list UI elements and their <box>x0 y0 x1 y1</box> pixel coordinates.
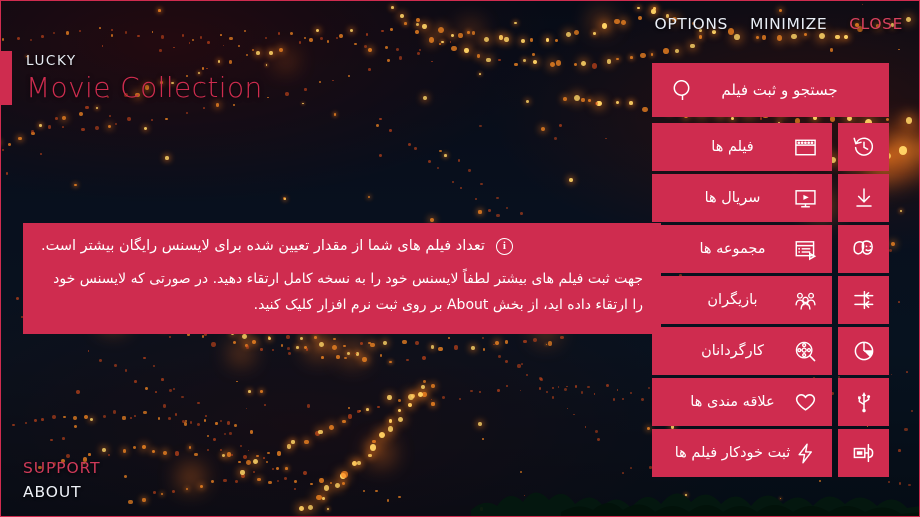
people-group-icon <box>793 288 818 313</box>
download-icon <box>851 185 877 211</box>
nav-close[interactable]: CLOSE <box>849 15 903 33</box>
menu-row-auto-register: ثبت خودکار فیلم ها <box>652 429 889 477</box>
sidebar-item-download[interactable] <box>838 174 889 222</box>
sidebar-item-statistics[interactable] <box>838 327 889 375</box>
menu-item-directors-label: کارگردانان <box>666 343 793 359</box>
sidebar-item-import[interactable] <box>838 276 889 324</box>
film-strip-icon <box>793 135 818 160</box>
menu-item-favorites-label: علاقه مندی ها <box>666 394 793 410</box>
menu-item-actors[interactable]: بازیگران <box>652 276 832 324</box>
projector-icon <box>851 440 877 466</box>
banner-line-1: تعداد فیلم های شما از مقدار تعیین شده بر… <box>41 236 485 256</box>
menu-row-movies: فیلم ها <box>652 123 889 171</box>
menu-row-collections: مجموعه ها <box>652 225 889 273</box>
history-clock-icon <box>851 134 877 160</box>
menu-row-directors: کارگردانان <box>652 327 889 375</box>
menu-row-series: سریال ها <box>652 174 889 222</box>
import-arrows-icon <box>851 287 877 313</box>
menu-item-actors-label: بازیگران <box>666 292 793 308</box>
accent-bar <box>1 51 12 105</box>
usb-icon <box>851 389 877 415</box>
menu-row-favorites: علاقه مندی ها <box>652 378 889 426</box>
menu-item-auto-register-label: ثبت خودکار فیلم ها <box>666 445 793 461</box>
app-title-block: LUCKY Movie Collection <box>1 51 263 105</box>
page-title: Movie Collection <box>26 70 263 105</box>
menu-item-favorites[interactable]: علاقه مندی ها <box>652 378 832 426</box>
window-controls: OPTIONS MINIMIZE CLOSE <box>655 15 903 33</box>
menu-item-series[interactable]: سریال ها <box>652 174 832 222</box>
theater-masks-icon <box>851 236 877 262</box>
sidebar-item-projector[interactable] <box>838 429 889 477</box>
app-window: OPTIONS MINIMIZE CLOSE LUCKY Movie Colle… <box>0 0 920 517</box>
search-bar[interactable]: جستجو و ثبت فیلم <box>652 63 889 117</box>
list-play-icon <box>793 237 818 262</box>
footer-links: SUPPORT ABOUT <box>23 456 101 504</box>
menu-item-collections[interactable]: مجموعه ها <box>652 225 832 273</box>
nav-minimize[interactable]: MINIMIZE <box>750 15 827 33</box>
tv-play-icon <box>793 186 818 211</box>
sidebar-item-portable[interactable] <box>838 378 889 426</box>
menu-item-auto-register[interactable]: ثبت خودکار فیلم ها <box>652 429 832 477</box>
footer-link-support[interactable]: SUPPORT <box>23 456 101 480</box>
lightning-bolt-icon <box>793 441 818 466</box>
nav-options[interactable]: OPTIONS <box>655 15 728 33</box>
license-notification-banner: i تعداد فیلم های شما از مقدار تعیین شده … <box>23 223 661 334</box>
sidebar-item-genres[interactable] <box>838 225 889 273</box>
info-circle-icon: i <box>496 238 513 255</box>
menu-row-actors: بازیگران <box>652 276 889 324</box>
search-label: جستجو و ثبت فیلم <box>696 81 871 99</box>
menu-item-movies-label: فیلم ها <box>666 139 793 155</box>
footer-link-about[interactable]: ABOUT <box>23 480 101 504</box>
sidebar-item-history[interactable] <box>838 123 889 171</box>
banner-line-2: جهت ثبت فیلم های بیشتر لطفاً لایسنس خود … <box>41 267 643 319</box>
menu-item-series-label: سریال ها <box>666 190 793 206</box>
main-menu-panel: جستجو و ثبت فیلم فیلم ها سریال ها مجموعه… <box>652 63 889 480</box>
film-reel-search-icon <box>793 339 818 364</box>
pie-chart-icon <box>851 338 877 364</box>
search-icon <box>670 77 696 103</box>
menu-item-collections-label: مجموعه ها <box>666 241 793 257</box>
brand-small: LUCKY <box>26 53 263 69</box>
menu-item-movies[interactable]: فیلم ها <box>652 123 832 171</box>
heart-icon <box>793 390 818 415</box>
menu-item-directors[interactable]: کارگردانان <box>652 327 832 375</box>
